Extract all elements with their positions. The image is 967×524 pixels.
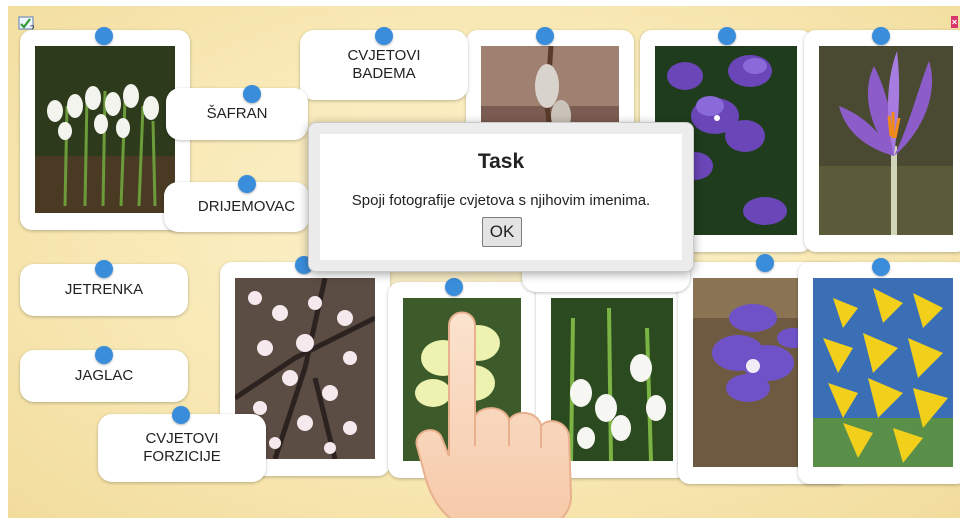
ok-button[interactable]: OK [482, 217, 522, 247]
photo-forsythia [813, 278, 953, 467]
photo-snowdrops [35, 46, 175, 213]
close-icon[interactable] [951, 16, 958, 28]
connector-dot[interactable] [95, 346, 113, 364]
game-board: ? CVJETOVI BADEMA ŠAFRAN DRIJEMOVAC JETR… [8, 6, 960, 518]
connector-dot[interactable] [95, 260, 113, 278]
task-dialog: Task Spoji fotografije cvjetova s njihov… [308, 122, 694, 272]
label-drijemovac[interactable]: DRIJEMOVAC [164, 182, 309, 232]
photo-crocus [819, 46, 953, 235]
photo-card-forsythia[interactable] [798, 262, 960, 484]
dialog-message: Spoji fotografije cvjetova s njihovim im… [351, 192, 651, 209]
connector-dot[interactable] [238, 175, 256, 193]
connector-dot[interactable] [756, 254, 774, 272]
connector-dot[interactable] [872, 27, 890, 45]
connector-dot[interactable] [718, 27, 736, 45]
dialog-title: Task [477, 150, 525, 173]
pointing-hand-icon [415, 311, 573, 518]
photo-card-crocus[interactable] [804, 30, 960, 252]
task-dialog-body: Task Spoji fotografije cvjetova s njihov… [320, 134, 682, 260]
connector-dot[interactable] [243, 85, 261, 103]
connector-dot[interactable] [95, 27, 113, 45]
connector-dot[interactable] [536, 27, 554, 45]
connector-dot[interactable] [445, 278, 463, 296]
connector-dot[interactable] [375, 27, 393, 45]
connector-dot[interactable] [172, 406, 190, 424]
label-safran[interactable]: ŠAFRAN [166, 88, 308, 140]
connector-dot[interactable] [872, 258, 890, 276]
label-cvjetovi-forzicije[interactable]: CVJETOVI FORZICIJE [98, 414, 266, 482]
